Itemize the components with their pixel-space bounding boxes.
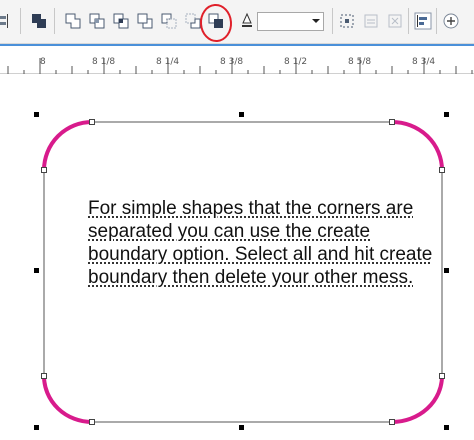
toolbar-separator — [408, 8, 409, 34]
hand-drawn-highlight-circle — [199, 4, 233, 42]
front-minus-back-icon[interactable] — [160, 12, 178, 30]
toolbar-separator — [20, 8, 21, 34]
chevron-down-icon — [312, 19, 320, 23]
drawing-canvas[interactable]: For simple shapes that the corners are s… — [0, 75, 474, 440]
corner-top-left — [42, 120, 94, 172]
artistic-text[interactable]: For simple shapes that the corners are s… — [88, 197, 433, 289]
ruler-label: 8 1/4 — [156, 57, 180, 67]
selection-handle-bottom-right[interactable] — [444, 425, 449, 430]
outline-pen-icon[interactable] — [238, 12, 256, 30]
wrap-text-icon[interactable] — [362, 12, 380, 30]
simplify-icon[interactable] — [136, 12, 154, 30]
selection-handle-right[interactable] — [444, 268, 449, 273]
toolbar-separator — [332, 8, 333, 34]
convert-to-curves-icon[interactable] — [338, 12, 356, 30]
text-options-icon[interactable] — [386, 12, 404, 30]
ruler-label: 8 1/8 — [92, 57, 116, 67]
ruler-label: 8 1/2 — [284, 57, 308, 67]
align-distribute-icon[interactable] — [0, 12, 18, 30]
corner-top-right — [390, 120, 444, 172]
selection-handle-top[interactable] — [239, 112, 244, 117]
selection-handle-left[interactable] — [34, 268, 39, 273]
toolbar-separator — [436, 8, 437, 34]
weld-icon[interactable] — [64, 12, 82, 30]
property-bar — [0, 0, 474, 44]
horizontal-ruler: 8 8 1/8 8 1/4 8 3/8 8 1/2 8 5/8 8 3/4 — [0, 44, 474, 74]
corner-bottom-left — [42, 374, 94, 424]
ruler-label: 8 3/8 — [220, 57, 244, 67]
align-panel-icon[interactable] — [414, 12, 432, 30]
add-icon[interactable] — [442, 12, 460, 30]
ruler-label: 8 — [40, 57, 46, 67]
toolbar-separator — [54, 8, 55, 34]
selection-handle-bottom[interactable] — [239, 425, 244, 430]
ruler-label: 8 3/4 — [412, 57, 436, 67]
outline-width-dropdown[interactable] — [257, 12, 324, 31]
combine-icon[interactable] — [30, 12, 48, 30]
trim-icon[interactable] — [88, 12, 106, 30]
selection-handle-top-left[interactable] — [34, 112, 39, 117]
intersect-icon[interactable] — [112, 12, 130, 30]
corner-bottom-right — [390, 374, 444, 424]
ruler-label: 8 5/8 — [348, 57, 372, 67]
selection-handle-top-right[interactable] — [444, 112, 449, 117]
selection-handle-bottom-left[interactable] — [34, 425, 39, 430]
